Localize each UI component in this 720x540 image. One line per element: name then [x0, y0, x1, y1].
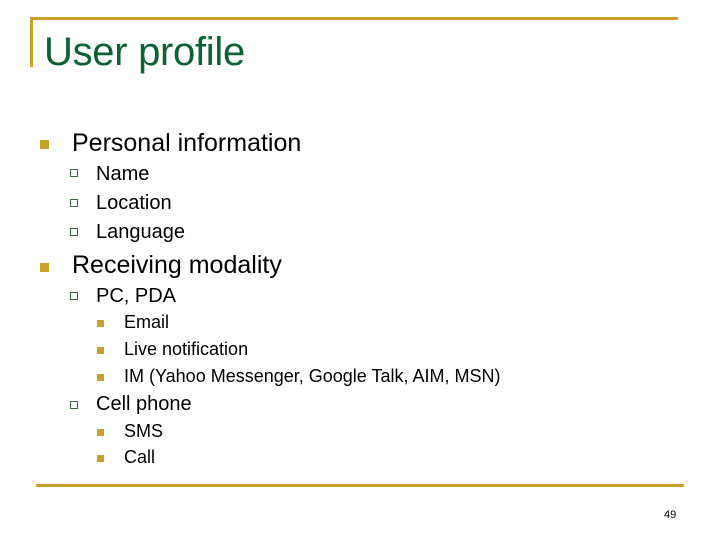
bullet-square-icon: [40, 140, 49, 149]
list-item-location: Location: [96, 192, 172, 214]
section-heading-personal-information: Personal information: [72, 129, 302, 157]
hollow-square-bullet-icon: [70, 228, 78, 236]
list-item-im: IM (Yahoo Messenger, Google Talk, AIM, M…: [124, 366, 501, 386]
list-item-live-notification: Live notification: [124, 339, 249, 359]
bullet-square-icon: [97, 347, 104, 354]
list-item-call: Call: [124, 447, 156, 467]
list-item-cell-phone: Cell phone: [96, 393, 192, 415]
bottom-rule: [36, 484, 684, 487]
list-item-pc-pda: PC, PDA: [96, 285, 177, 307]
bullet-square-icon: [97, 429, 104, 436]
bullet-square-icon: [97, 374, 104, 381]
left-rule: [30, 17, 33, 67]
hollow-square-bullet-icon: [70, 199, 78, 207]
list-item-email: Email: [124, 312, 170, 332]
section-heading-receiving-modality: Receiving modality: [72, 251, 282, 279]
bullet-square-icon: [40, 263, 49, 272]
list-item-language: Language: [96, 221, 185, 243]
top-rule: [30, 17, 678, 20]
slide-title: User profile: [44, 30, 245, 74]
hollow-square-bullet-icon: [70, 292, 78, 300]
list-item-name: Name: [96, 163, 150, 185]
page-number: 49: [664, 509, 677, 521]
hollow-square-bullet-icon: [70, 169, 78, 177]
bullet-square-icon: [97, 455, 104, 462]
list-item-sms: SMS: [124, 421, 164, 441]
hollow-square-bullet-icon: [70, 401, 78, 409]
bullet-square-icon: [97, 320, 104, 327]
